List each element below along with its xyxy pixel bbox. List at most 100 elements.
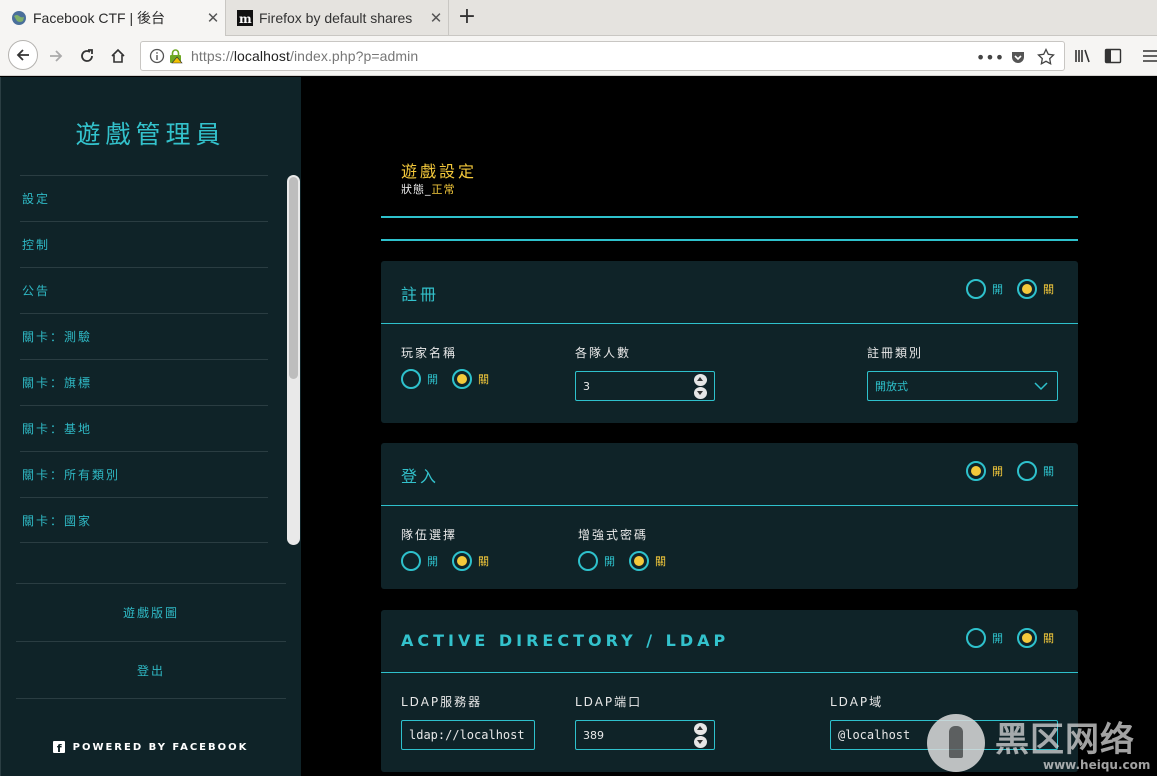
watermark: 黑区网络 www.heiqu.com — [923, 706, 1157, 776]
registration-type-label: 註冊類別 — [867, 346, 924, 360]
sidebar-item-announcements[interactable]: 公告 — [20, 267, 268, 313]
radio-circle — [401, 369, 421, 389]
forward-button[interactable] — [42, 42, 70, 70]
page-actions-icon[interactable]: ••• — [976, 46, 1004, 68]
radio-circle — [452, 551, 472, 571]
browser-tab-active[interactable]: Facebook CTF | 後台 ✕ — [0, 0, 226, 36]
number-stepper[interactable] — [694, 374, 708, 399]
radio-circle — [966, 461, 986, 481]
radio-on[interactable]: 開 — [966, 628, 1003, 648]
radio-circle — [401, 551, 421, 571]
radio-on[interactable]: 開 — [401, 551, 438, 571]
sidebar-item-levels-categories[interactable]: 關卡：所有類別 — [20, 451, 268, 497]
radio-on[interactable]: 開 — [966, 279, 1003, 299]
tab-title: Facebook CTF | 後台 — [33, 10, 166, 26]
team-select-toggle: 開 關 — [401, 551, 503, 571]
radio-off[interactable]: 關 — [1017, 279, 1054, 299]
ldap-server-input[interactable]: ldap://localhost — [401, 720, 535, 750]
player-name-toggle: 開 關 — [401, 369, 503, 389]
admin-sidebar: 遊戲管理員 設定 控制 公告 關卡：測驗 關卡：旗標 關卡：基地 關卡：所有類別… — [0, 77, 301, 776]
team-size-value: 3 — [583, 379, 590, 393]
close-tab-icon[interactable]: ✕ — [424, 9, 448, 27]
powered-by-text: POWERED BY FACEBOOK — [72, 741, 249, 753]
team-size-label: 各隊人數 — [575, 346, 632, 360]
ldap-server-label: LDAP服務器 — [401, 695, 483, 709]
sidebar-item-settings[interactable]: 設定 — [20, 175, 268, 221]
strong-password-toggle: 開 關 — [578, 551, 680, 571]
arrow-left-icon — [16, 49, 29, 61]
scrollbar-thumb[interactable] — [289, 177, 298, 379]
radio-circle — [578, 551, 598, 571]
sidebar-item-levels-flags[interactable]: 關卡：旗標 — [20, 359, 268, 405]
strong-password-label: 增強式密碼 — [578, 528, 649, 542]
stepper-down-icon[interactable] — [694, 736, 707, 748]
ldap-port-value: 389 — [583, 728, 604, 742]
globe-icon — [12, 11, 26, 25]
radio-off[interactable]: 關 — [1017, 461, 1054, 481]
info-icon[interactable] — [149, 48, 165, 64]
player-name-label: 玩家名稱 — [401, 346, 458, 360]
radio-circle — [1017, 461, 1037, 481]
url-text[interactable]: https://localhost/index.php?p=admin — [191, 48, 418, 64]
sidebar-item-controls[interactable]: 控制 — [20, 221, 268, 267]
watermark-text: 黑区网络 — [995, 720, 1135, 760]
back-button[interactable] — [8, 40, 38, 70]
sidebar-toggle-icon[interactable] — [1099, 42, 1127, 70]
panel-title: 註冊 — [401, 285, 440, 304]
radio-circle — [629, 551, 649, 571]
registration-panel: 註冊 開 關 玩家名稱 開 關 各隊人數 3 註冊類別 開放式 — [381, 261, 1078, 423]
stepper-up-icon[interactable] — [694, 374, 707, 386]
ldap-server-value: ldap://localhost — [409, 728, 525, 742]
status-label: 狀態_ — [401, 183, 432, 196]
radio-on[interactable]: 開 — [966, 461, 1003, 481]
ldap-port-input[interactable]: 389 — [575, 720, 715, 750]
radio-off[interactable]: 關 — [629, 551, 666, 571]
url-bar[interactable]: https://localhost/index.php?p=admin ••• — [140, 41, 1065, 71]
number-stepper[interactable] — [694, 723, 708, 748]
sidebar-item-levels-countries[interactable]: 關卡：國家 — [20, 497, 268, 543]
ldap-domain-label: LDAP域 — [830, 695, 884, 709]
home-button[interactable] — [104, 42, 132, 70]
mozilla-m-icon: m — [237, 10, 253, 26]
stepper-down-icon[interactable] — [694, 387, 707, 399]
sidebar-menu: 設定 控制 公告 關卡：測驗 關卡：旗標 關卡：基地 關卡：所有類別 關卡：國家 — [20, 175, 268, 543]
sidebar-item-levels-bases[interactable]: 關卡：基地 — [20, 405, 268, 451]
browser-tab-bar: Facebook CTF | 後台 ✕ m Firefox by default… — [0, 0, 1157, 36]
radio-circle — [452, 369, 472, 389]
radio-circle — [966, 279, 986, 299]
radio-on[interactable]: 開 — [401, 369, 438, 389]
menu-icon[interactable] — [1136, 42, 1157, 70]
close-tab-icon[interactable]: ✕ — [201, 9, 225, 27]
stepper-up-icon[interactable] — [694, 723, 707, 735]
radio-off[interactable]: 關 — [452, 369, 489, 389]
panel-title: 登入 — [401, 467, 440, 486]
browser-nav-bar: https://localhost/index.php?p=admin ••• — [0, 36, 1157, 76]
radio-off[interactable]: 關 — [452, 551, 489, 571]
ldap-port-label: LDAP端口 — [575, 695, 643, 709]
radio-on[interactable]: 開 — [578, 551, 615, 571]
radio-circle — [1017, 628, 1037, 648]
powered-by-facebook: POWERED BY FACEBOOK — [0, 741, 301, 755]
sidebar-item-levels-quiz[interactable]: 關卡：測驗 — [20, 313, 268, 359]
login-toggle: 開 關 — [966, 461, 1068, 481]
login-panel: 登入 開 關 隊伍選擇 開 關 增強式密碼 開 關 — [381, 443, 1078, 589]
reload-button[interactable] — [73, 42, 101, 70]
arrow-right-icon — [50, 50, 63, 62]
game-board-link[interactable]: 遊戲版圖 — [16, 583, 286, 641]
page-title: 遊戲設定 — [401, 162, 478, 181]
registration-type-value: 開放式 — [875, 380, 908, 393]
pocket-icon[interactable] — [1007, 46, 1029, 68]
radio-off[interactable]: 關 — [1017, 628, 1054, 648]
ldap-toggle: 開 關 — [966, 628, 1068, 648]
library-icon[interactable] — [1069, 42, 1097, 70]
registration-type-select[interactable]: 開放式 — [867, 371, 1058, 401]
team-size-input[interactable]: 3 — [575, 371, 715, 401]
new-tab-button[interactable]: + — [454, 5, 480, 31]
insecure-lock-icon[interactable] — [169, 48, 183, 64]
logout-link[interactable]: 登出 — [16, 641, 286, 699]
browser-tab-inactive[interactable]: m Firefox by default shares ✕ — [226, 0, 449, 36]
bookmark-star-icon[interactable] — [1035, 46, 1057, 68]
sidebar-scrollbar[interactable] — [287, 175, 300, 545]
watermark-logo-icon — [927, 714, 985, 772]
divider — [381, 239, 1078, 241]
